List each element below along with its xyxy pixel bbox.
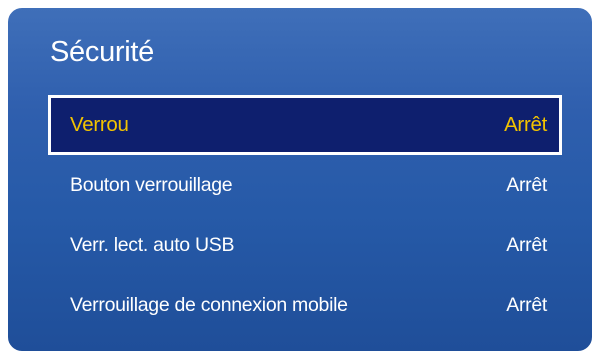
menu-item-value: Arrêt [506,173,547,196]
menu-item-label: Verrouillage de connexion mobile [70,293,348,316]
menu-item-label: Verr. lect. auto USB [70,233,235,256]
menu-item-verrouillage-connexion-mobile[interactable]: Verrouillage de connexion mobile Arrêt [48,275,562,335]
menu-item-value: Arrêt [504,113,547,136]
menu-item-verr-lect-auto-usb[interactable]: Verr. lect. auto USB Arrêt [48,215,562,275]
menu-item-value: Arrêt [506,233,547,256]
menu-list: Verrou Arrêt Bouton verrouillage Arrêt V… [48,95,562,335]
menu-item-label: Bouton verrouillage [70,173,233,196]
security-menu-panel: Sécurité Verrou Arrêt Bouton verrouillag… [0,0,600,359]
menu-title: Sécurité [50,36,154,68]
menu-item-value: Arrêt [506,293,547,316]
menu-item-bouton-verrouillage[interactable]: Bouton verrouillage Arrêt [48,155,562,215]
menu-item-verrou[interactable]: Verrou Arrêt [48,95,562,155]
menu-item-label: Verrou [70,113,129,136]
